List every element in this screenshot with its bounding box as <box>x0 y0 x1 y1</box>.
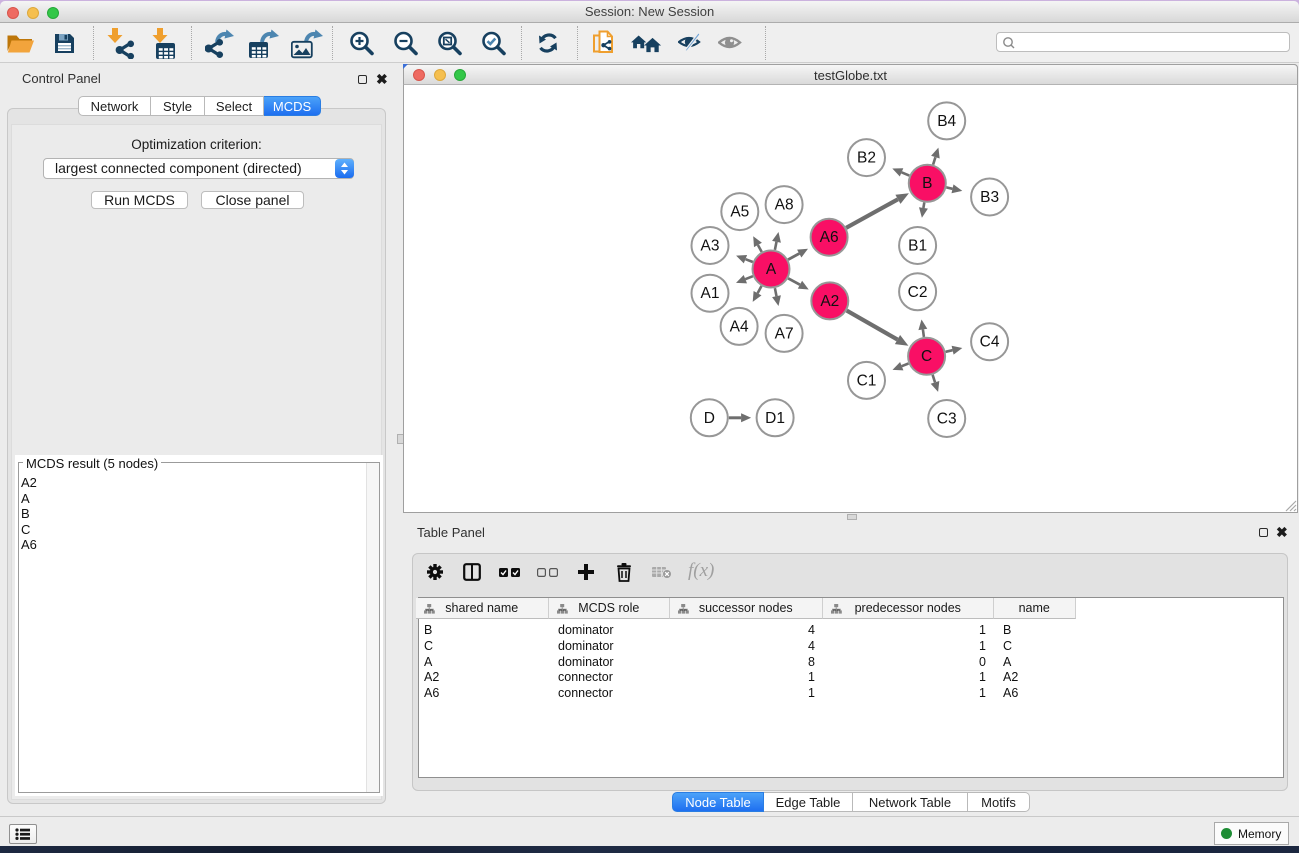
svg-text:B3: B3 <box>980 189 999 206</box>
svg-text:A8: A8 <box>775 197 794 214</box>
svg-text:A6: A6 <box>820 229 839 246</box>
svg-text:A4: A4 <box>730 318 749 335</box>
svg-text:A: A <box>766 261 777 278</box>
svg-text:D: D <box>704 410 715 427</box>
svg-text:C1: C1 <box>857 372 877 389</box>
svg-text:A7: A7 <box>775 325 794 342</box>
svg-text:B1: B1 <box>908 238 927 255</box>
svg-text:A5: A5 <box>730 204 749 221</box>
svg-text:A2: A2 <box>820 293 839 310</box>
svg-text:C: C <box>921 348 932 365</box>
svg-text:B4: B4 <box>937 113 956 130</box>
svg-text:A3: A3 <box>701 238 720 255</box>
svg-text:B: B <box>922 175 932 192</box>
svg-text:D1: D1 <box>765 410 785 427</box>
svg-text:C2: C2 <box>908 284 928 301</box>
svg-text:C4: C4 <box>980 334 1000 351</box>
svg-text:B2: B2 <box>857 150 876 167</box>
svg-text:C3: C3 <box>937 411 957 428</box>
svg-text:A1: A1 <box>701 285 720 302</box>
